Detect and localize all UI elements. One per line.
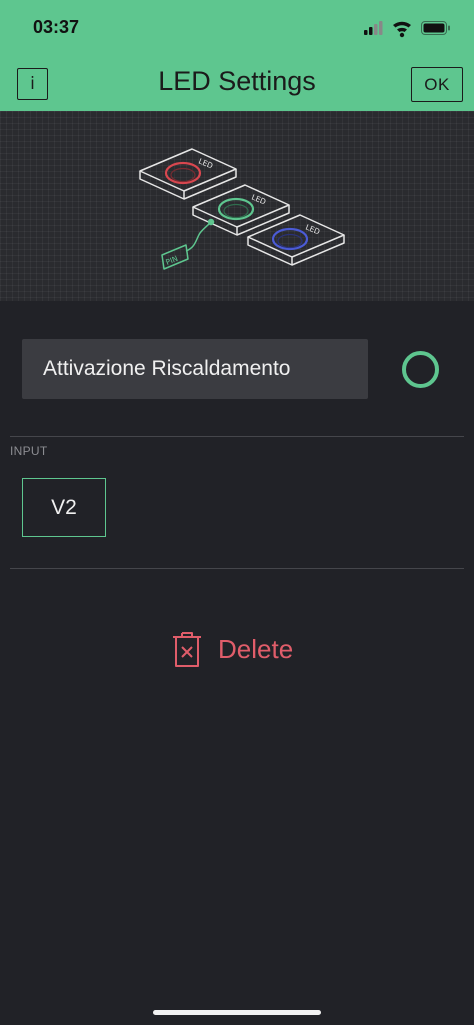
status-time: 03:37 [33, 17, 80, 37]
led-module-blue [247, 214, 345, 266]
page-title: LED Settings [158, 66, 316, 96]
home-indicator[interactable] [153, 1010, 321, 1015]
led-label-3: LED [304, 223, 321, 237]
status-icons [364, 21, 450, 38]
trash-icon [173, 632, 201, 667]
pin-label: PIN [164, 254, 179, 267]
led-diagram: LED LED LED PIN [139, 148, 345, 270]
led-module-green [192, 184, 290, 236]
color-picker-button[interactable] [402, 351, 439, 388]
input-section-label: INPUT [10, 444, 48, 458]
led-illustration: LED LED LED PIN [0, 111, 474, 301]
delete-label: Delete [218, 633, 294, 664]
wifi-icon [393, 21, 411, 38]
pin-value: V2 [51, 495, 77, 519]
widget-name-field[interactable]: Attivazione Riscaldamento [22, 339, 368, 399]
divider [10, 436, 464, 437]
battery-icon [421, 21, 450, 35]
cellular-signal-icon [364, 21, 383, 35]
led-module-red [139, 148, 237, 200]
pin-select-button[interactable]: V2 [22, 478, 106, 537]
divider [10, 568, 464, 569]
delete-button[interactable]: Delete [170, 628, 293, 670]
ok-button[interactable]: OK [411, 67, 463, 102]
widget-name-value: Attivazione Riscaldamento [43, 357, 291, 380]
header-bar: 03:37 i LED Settings OK [0, 0, 474, 111]
